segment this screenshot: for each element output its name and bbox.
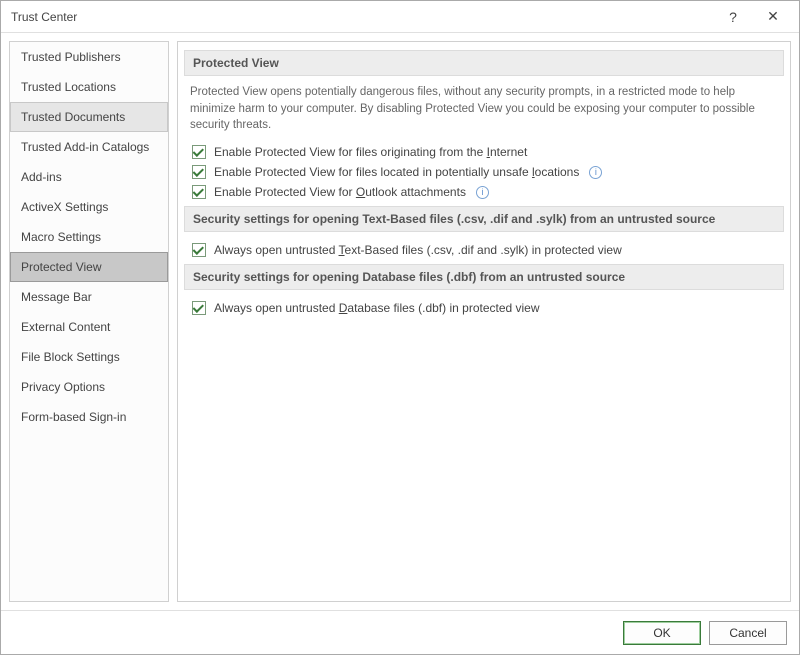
sidebar-item-label: Trusted Publishers <box>21 50 121 64</box>
checkbox-text-based[interactable] <box>192 243 206 257</box>
info-icon[interactable]: i <box>476 186 489 199</box>
sidebar-item-message-bar[interactable]: Message Bar <box>10 282 168 312</box>
sidebar: Trusted Publishers Trusted Locations Tru… <box>9 41 169 602</box>
sidebar-item-trusted-addin-catalogs[interactable]: Trusted Add-in Catalogs <box>10 132 168 162</box>
dialog-body: Trusted Publishers Trusted Locations Tru… <box>1 33 799 610</box>
sidebar-item-external-content[interactable]: External Content <box>10 312 168 342</box>
sidebar-item-label: Macro Settings <box>21 230 101 244</box>
sidebar-item-label: Privacy Options <box>21 380 105 394</box>
option-outlook-row: Enable Protected View for Outlook attach… <box>184 182 784 202</box>
section-header-text-based: Security settings for opening Text-Based… <box>184 206 784 232</box>
section-header-database: Security settings for opening Database f… <box>184 264 784 290</box>
cancel-button[interactable]: Cancel <box>709 621 787 645</box>
sidebar-item-trusted-documents[interactable]: Trusted Documents <box>10 102 168 132</box>
titlebar: Trust Center ? ✕ <box>1 1 799 33</box>
sidebar-item-file-block-settings[interactable]: File Block Settings <box>10 342 168 372</box>
sidebar-item-label: File Block Settings <box>21 350 120 364</box>
checkbox-internet[interactable] <box>192 145 206 159</box>
sidebar-item-label: Message Bar <box>21 290 92 304</box>
ok-button[interactable]: OK <box>623 621 701 645</box>
option-text-based-row: Always open untrusted Text-Based files (… <box>184 240 784 260</box>
sidebar-item-trusted-publishers[interactable]: Trusted Publishers <box>10 42 168 72</box>
option-outlook-label: Enable Protected View for Outlook attach… <box>214 185 466 199</box>
sidebar-item-label: Trusted Add-in Catalogs <box>21 140 149 154</box>
sidebar-item-protected-view[interactable]: Protected View <box>10 252 168 282</box>
content-panel: Protected View Protected View opens pote… <box>177 41 791 602</box>
close-button[interactable]: ✕ <box>753 3 793 31</box>
sidebar-item-label: Add-ins <box>21 170 62 184</box>
option-database-label: Always open untrusted Database files (.d… <box>214 301 540 315</box>
section-header-protected-view: Protected View <box>184 50 784 76</box>
checkbox-unsafe-locations[interactable] <box>192 165 206 179</box>
sidebar-item-trusted-locations[interactable]: Trusted Locations <box>10 72 168 102</box>
option-internet-row: Enable Protected View for files originat… <box>184 142 784 162</box>
info-icon[interactable]: i <box>589 166 602 179</box>
help-button[interactable]: ? <box>713 3 753 31</box>
sidebar-item-label: Form-based Sign-in <box>21 410 126 424</box>
protected-view-description: Protected View opens potentially dangero… <box>184 84 784 142</box>
sidebar-item-label: Trusted Locations <box>21 80 116 94</box>
sidebar-item-label: Protected View <box>21 260 102 274</box>
option-text-based-label: Always open untrusted Text-Based files (… <box>214 243 622 257</box>
option-unsafe-locations-row: Enable Protected View for files located … <box>184 162 784 182</box>
checkbox-database[interactable] <box>192 301 206 315</box>
option-database-row: Always open untrusted Database files (.d… <box>184 298 784 318</box>
sidebar-item-label: ActiveX Settings <box>21 200 108 214</box>
sidebar-item-addins[interactable]: Add-ins <box>10 162 168 192</box>
option-unsafe-locations-label: Enable Protected View for files located … <box>214 165 579 179</box>
sidebar-item-label: External Content <box>21 320 110 334</box>
sidebar-item-privacy-options[interactable]: Privacy Options <box>10 372 168 402</box>
sidebar-item-form-based-signin[interactable]: Form-based Sign-in <box>10 402 168 432</box>
dialog-footer: OK Cancel <box>1 610 799 654</box>
window-title: Trust Center <box>11 10 713 24</box>
checkbox-outlook[interactable] <box>192 185 206 199</box>
sidebar-item-label: Trusted Documents <box>21 110 125 124</box>
trust-center-dialog: Trust Center ? ✕ Trusted Publishers Trus… <box>0 0 800 655</box>
sidebar-item-activex-settings[interactable]: ActiveX Settings <box>10 192 168 222</box>
option-internet-label: Enable Protected View for files originat… <box>214 145 527 159</box>
sidebar-item-macro-settings[interactable]: Macro Settings <box>10 222 168 252</box>
